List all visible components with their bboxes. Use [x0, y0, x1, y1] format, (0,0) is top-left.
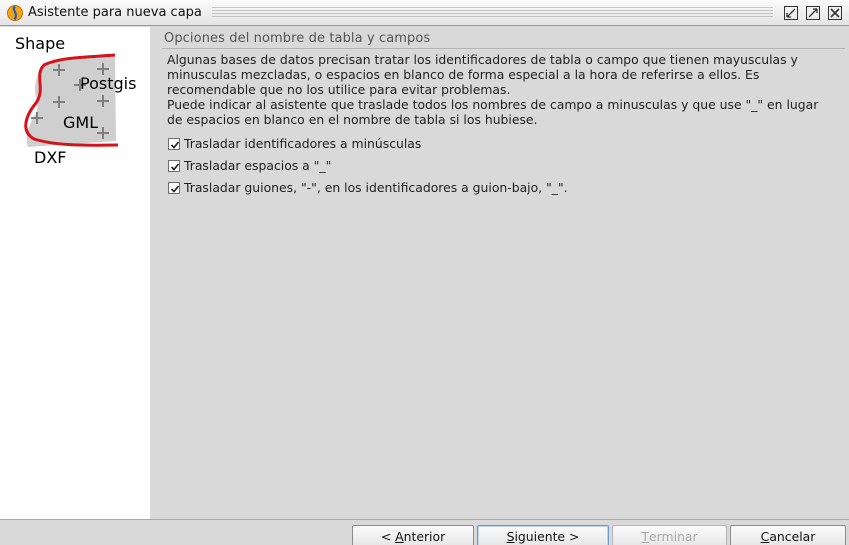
previous-button-prefix: <	[380, 528, 396, 544]
cancel-button-mnemonic: C	[760, 528, 770, 544]
cancel-button[interactable]: Cancelar	[730, 525, 846, 545]
previous-button[interactable]: < Anterior	[352, 525, 474, 545]
close-icon[interactable]	[827, 5, 843, 21]
maximize-icon[interactable]	[805, 5, 821, 21]
option-translate-hyphens[interactable]: Trasladar guiones, "-", en los identific…	[168, 180, 568, 195]
restore-icon[interactable]	[783, 5, 799, 21]
previous-button-mnemonic: A	[395, 528, 404, 544]
title-bar-grip	[211, 6, 773, 19]
next-button-suffix: >	[565, 528, 580, 544]
translate-hyphens-label[interactable]: Trasladar guiones, "-", en los identific…	[184, 180, 568, 195]
description-line: de espacios en blanco en el nombre de ta…	[167, 112, 538, 127]
finish-button[interactable]: Terminar	[612, 525, 727, 545]
lowercase-identifiers-checkbox[interactable]	[168, 137, 180, 150]
logo-label-postgis: Postgis	[80, 74, 137, 93]
option-lowercase-identifiers[interactable]: Trasladar identificadores a minúsculas	[168, 136, 421, 151]
checkmark-icon	[170, 140, 180, 149]
logo-label-shape: Shape	[15, 34, 66, 53]
logo-label-gml: GML	[63, 113, 99, 132]
lowercase-identifiers-label[interactable]: Trasladar identificadores a minúsculas	[184, 136, 421, 151]
logo-label-dxf: DXF	[34, 148, 67, 167]
description-line: Algunas bases de datos precisan tratar l…	[167, 52, 798, 67]
wizard-side-panel: Shape Postgis GML DXF	[0, 27, 150, 519]
finish-button-label: erminar	[649, 528, 698, 544]
wizard-content: Opciones del nombre de tabla y campos Al…	[151, 27, 849, 519]
window-title: Asistente para nueva capa	[28, 5, 202, 20]
previous-button-label: nterior	[403, 528, 446, 544]
finish-button-mnemonic: T	[641, 528, 649, 544]
checkmark-icon	[170, 162, 180, 171]
next-button[interactable]: Siguiente >	[477, 525, 609, 545]
description-line: minusculas mezcladas, o espacios en blan…	[167, 67, 760, 82]
description-line: recomendable que no los utilice para evi…	[167, 82, 511, 97]
next-button-mnemonic: S	[506, 528, 515, 544]
description-text: Algunas bases de datos precisan tratar l…	[167, 52, 835, 127]
option-translate-spaces[interactable]: Trasladar espacios a "_"	[168, 158, 331, 173]
translate-hyphens-checkbox[interactable]	[168, 181, 180, 194]
translate-spaces-checkbox[interactable]	[168, 159, 180, 172]
section-divider	[162, 48, 845, 49]
title-bar[interactable]: Asistente para nueva capa	[0, 0, 849, 26]
checkmark-icon	[170, 184, 180, 193]
next-button-label: iguiente	[514, 528, 566, 544]
cancel-button-label: ancelar	[769, 528, 816, 544]
app-icon	[6, 4, 24, 22]
section-title: Opciones del nombre de tabla y campos	[164, 31, 431, 46]
button-bar: < Anterior Siguiente > Terminar Cancelar	[0, 519, 849, 545]
translate-spaces-label[interactable]: Trasladar espacios a "_"	[184, 158, 331, 173]
description-line: Puede indicar al asistente que traslade …	[167, 97, 819, 112]
